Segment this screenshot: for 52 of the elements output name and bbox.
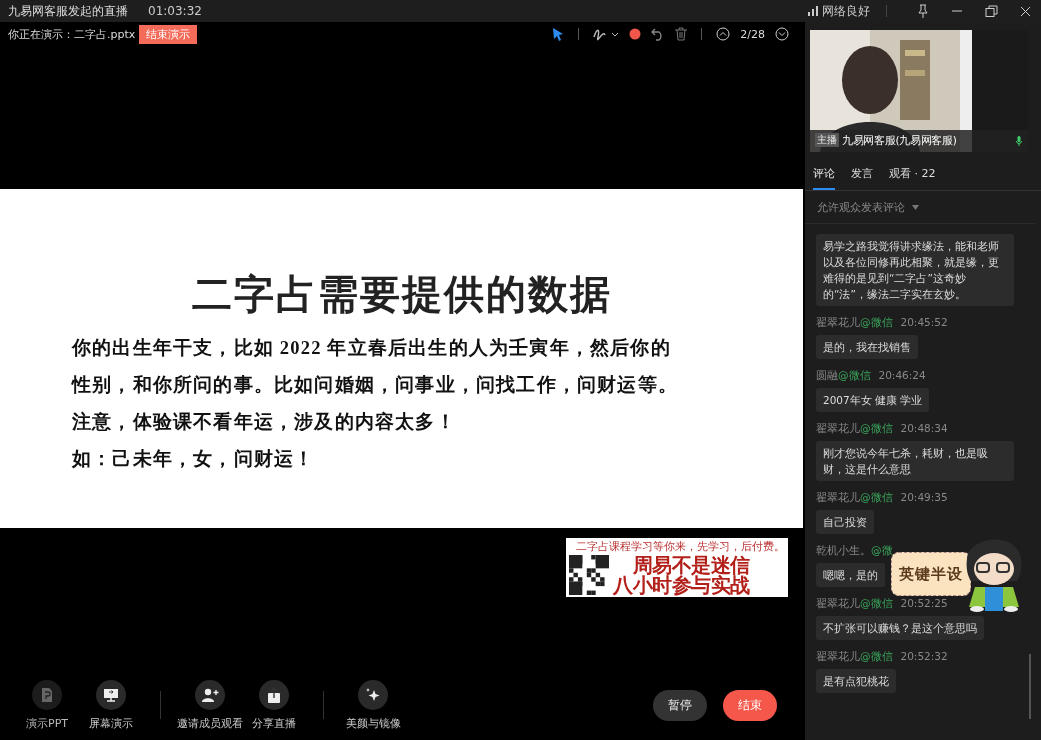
toolbar-button[interactable]: 屏幕演示: [82, 679, 140, 731]
sender-name: 翟翠花儿: [816, 597, 860, 609]
message-bubble: 不扩张可以赚钱？是这个意思吗: [816, 616, 984, 640]
slide-text-line: 如：己未年，女，问财运！: [72, 447, 315, 471]
slide-text-line: 你的出生年干支，比如 2022 年立春后出生的人为壬寅年，然后你的: [72, 336, 671, 360]
sender-source: @微信: [860, 650, 893, 662]
tab[interactable]: 观看 · 22: [889, 166, 936, 190]
comment-permission-dropdown[interactable]: 允许观众发表评论: [805, 191, 1035, 224]
message-time: 20:52:32: [900, 650, 948, 662]
slide-title: 二字占需要提供的数据: [191, 269, 612, 319]
message-bubble: 刚才您说今年七杀，耗财，也是吸财，这是什么意思: [816, 441, 1014, 481]
toolbar-button[interactable]: 分享直播: [245, 679, 303, 731]
message-bubble: 自己投资: [816, 510, 874, 534]
tab[interactable]: 评论: [813, 166, 835, 190]
message-time: 20:49:35: [900, 491, 948, 503]
message-bubble: 易学之路我觉得讲求缘法，能和老师以及各位同修再此相聚，就是缘，更难得的是见到“二字占”这奇妙的“法”，缘法二字实在玄妙。: [816, 234, 1014, 306]
sender-name: 乾机小生。: [816, 544, 871, 556]
message-bubble: 是有点犯桃花: [816, 669, 896, 693]
banner-slogan: 周易不是迷信: [632, 555, 750, 575]
sender-name: 翟翠花儿: [816, 422, 860, 434]
banner-slogan: 八小时参与实战: [613, 575, 750, 595]
sender-source: @微信: [860, 422, 893, 434]
sender-source: @微信: [860, 491, 893, 503]
window-title: 九易网客服发起的直播: [8, 2, 128, 20]
message-bubble: 2007年女 健康 学业: [816, 388, 930, 412]
presenting-label: 你正在演示：二字占.pptx: [8, 26, 136, 42]
pause-button[interactable]: 暂停: [653, 689, 707, 721]
sender-source: @微信: [860, 597, 893, 609]
banner-caption: 二字占课程学习等你来，先学习，后付费。: [575, 540, 785, 554]
sender-source: @微信: [860, 316, 893, 328]
sender-name: 圆融: [816, 369, 838, 381]
sender-source: @微信: [838, 369, 871, 381]
message-bubble: 嗯嗯，是的: [816, 563, 885, 587]
slide-text-line: 性别，和你所问的事。比如问婚姻，问事业，问找工作，问财运等。: [72, 373, 678, 397]
slide-text-line: 注意，体验课不看年运，涉及的内容太多！: [72, 410, 456, 434]
message-bubble: 是的，我在找销售: [816, 335, 918, 359]
sender-name: 翟翠花儿: [816, 491, 860, 503]
toolbar-button[interactable]: 美颜与镜像: [344, 679, 402, 731]
message-time: 20:46:24: [878, 369, 926, 381]
sender-name: 翟翠花儿: [816, 650, 860, 662]
page-counter: 2/28: [740, 27, 765, 41]
host-name: 九易网客服(九易网客服): [842, 134, 957, 148]
network-status: 网络良好: [822, 2, 870, 20]
host-badge: 主播: [815, 133, 839, 147]
sticker: 英键半设: [891, 552, 971, 596]
tab[interactable]: 发言: [851, 166, 873, 190]
message-time: 20:45:52: [900, 316, 948, 328]
sender-source: @微: [871, 544, 893, 556]
sender-name: 翟翠花儿: [816, 316, 860, 328]
message-time: 20:48:34: [900, 422, 948, 434]
message-time: 20:52:25: [900, 597, 948, 609]
elapsed-time: 01:03:32: [148, 4, 202, 18]
